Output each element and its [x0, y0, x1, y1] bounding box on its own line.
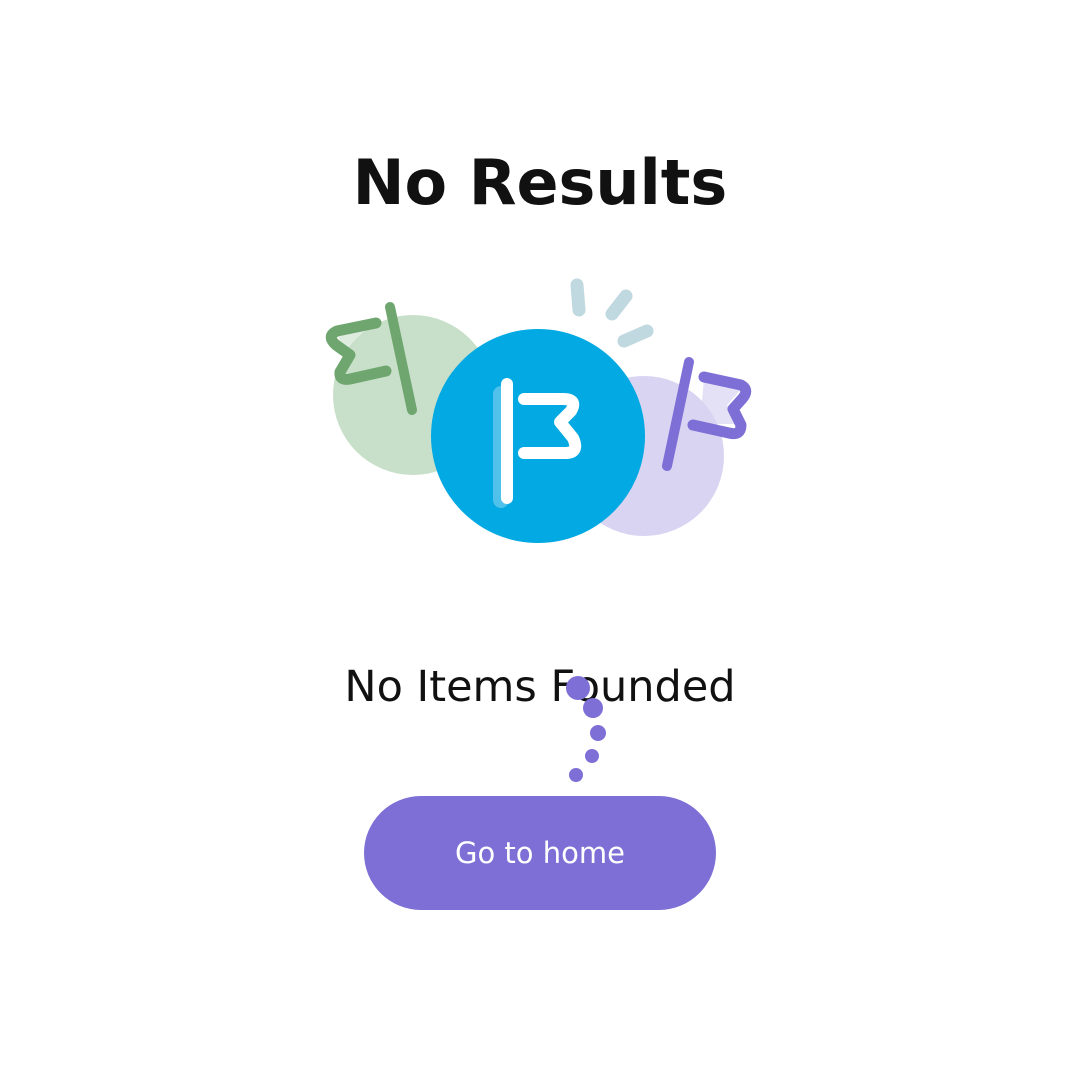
no-results-illustration: [325, 278, 752, 543]
go-to-home-button[interactable]: Go to home: [364, 796, 716, 910]
sparkle-icon: [570, 278, 654, 348]
blue-flag-icon: [431, 329, 645, 543]
no-items-message: No Items Founded: [344, 662, 736, 712]
